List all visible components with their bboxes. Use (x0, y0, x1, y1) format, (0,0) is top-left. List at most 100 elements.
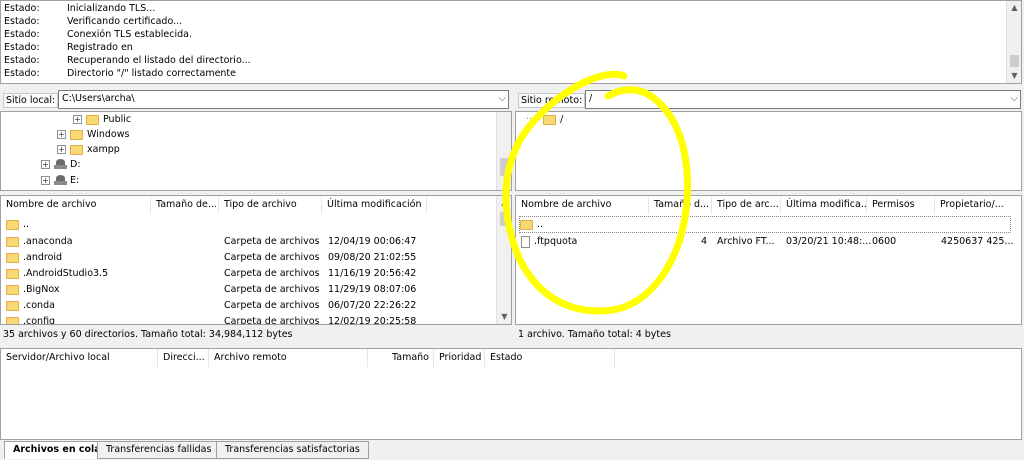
tree-item-label[interactable]: Windows (87, 129, 129, 140)
drive-icon (54, 159, 67, 170)
local-list-scrollbar[interactable]: ▲ ▼ (496, 196, 511, 324)
column-header[interactable]: Nombre de archivo (516, 196, 649, 214)
chevron-down-icon[interactable]: ⌵ (1010, 93, 1018, 104)
list-item[interactable]: .. (519, 216, 1011, 233)
file-type: Carpeta de archivos (224, 316, 320, 325)
scroll-up-icon[interactable]: ▲ (1007, 1, 1021, 15)
log-line: Estado: Verificando certificado... (4, 16, 183, 27)
tree-item[interactable]: + Public (73, 112, 131, 128)
expand-icon[interactable]: + (57, 130, 66, 139)
log-line: Estado: Registrado en (4, 42, 133, 53)
file-modified: 11/16/19 20:56:42 (328, 268, 417, 279)
log-line: Estado: Directorio "/" listado correctame… (4, 68, 237, 79)
tree-item-label[interactable]: xampp (87, 144, 120, 155)
column-header[interactable]: Nombre de archivo (1, 196, 151, 214)
list-item[interactable]: .conda (6, 298, 55, 314)
file-type: Carpeta de archivos (224, 236, 320, 247)
tree-item[interactable]: + D: (41, 157, 81, 173)
remote-path-value[interactable]: / (589, 93, 592, 104)
log-scrollbar[interactable]: ▲ ▼ (1006, 1, 1021, 83)
column-header[interactable]: Servidor/Archivo local (1, 349, 158, 367)
file-name[interactable]: .. (23, 219, 29, 230)
remote-file-list[interactable]: Nombre de archivo Tamaño d... Tipo de ar… (515, 195, 1022, 325)
tree-item[interactable]: + E: (41, 173, 79, 189)
local-dir-tree[interactable]: + Public + Windows + xampp + D: + E: (0, 111, 512, 191)
tree-connector: ····· (526, 114, 542, 125)
file-name[interactable]: .BigNox (23, 284, 59, 295)
column-header[interactable]: Archivo remoto (209, 349, 368, 367)
tab-failed-transfers[interactable]: Transferencias fallidas (97, 441, 221, 459)
file-name[interactable]: .config (23, 316, 55, 324)
chevron-down-icon[interactable]: ⌵ (498, 93, 506, 104)
list-item[interactable]: .anaconda (6, 234, 73, 250)
local-site-bar: Sitio local: C:\Users\archa\ ⌵ (0, 89, 512, 111)
tab-successful-transfers[interactable]: Transferencias satisfactorias (216, 441, 369, 459)
remote-status: 1 archivo. Tamaño total: 4 bytes (518, 329, 671, 340)
log-line: Estado: Recuperando el listado del direct… (4, 55, 251, 66)
folder-icon (6, 316, 19, 324)
local-tree-scrollbar[interactable] (496, 112, 511, 190)
file-name[interactable]: .AndroidStudio3.5 (23, 268, 108, 279)
tree-item-label[interactable]: Public (103, 114, 131, 125)
tree-item[interactable]: + xampp (57, 142, 120, 158)
column-header[interactable]: Última modificación (322, 196, 427, 214)
list-item[interactable]: .AndroidStudio3.5 (6, 266, 108, 282)
column-header[interactable]: Última modifica... (781, 196, 867, 214)
expand-icon[interactable]: + (41, 160, 50, 169)
remote-dir-tree[interactable]: ····· / (515, 111, 1022, 191)
list-item[interactable]: .config (6, 314, 55, 324)
local-status: 35 archivos y 60 directorios. Tamaño tot… (3, 329, 293, 340)
scroll-thumb[interactable] (500, 212, 509, 226)
scroll-thumb[interactable] (500, 158, 509, 176)
list-item[interactable]: .BigNox (6, 282, 59, 298)
expand-icon[interactable]: + (41, 176, 50, 185)
list-item[interactable]: .. (6, 217, 29, 233)
list-item[interactable]: .android (6, 250, 62, 266)
scroll-thumb[interactable] (1010, 55, 1019, 67)
list-item[interactable]: .ftpquota (521, 234, 577, 250)
column-header[interactable]: Tipo de arc... (712, 196, 781, 214)
folder-icon (543, 114, 557, 125)
tree-item-label[interactable]: D: (70, 159, 81, 170)
scroll-down-icon[interactable]: ▼ (1007, 69, 1021, 83)
column-header[interactable]: Tipo de archivo (219, 196, 322, 214)
file-owner: 4250637 425... (941, 236, 1014, 247)
file-name[interactable]: .android (23, 252, 62, 263)
file-name[interactable]: .conda (23, 300, 55, 311)
file-type: Carpeta de archivos (224, 252, 320, 263)
column-header[interactable]: Prioridad (434, 349, 485, 367)
folder-icon (6, 268, 19, 279)
column-header[interactable]: Direcci... (158, 349, 209, 367)
local-file-list[interactable]: Nombre de archivo Tamaño de... Tipo de a… (0, 195, 512, 325)
remote-path-combo[interactable]: / ⌵ (585, 90, 1021, 109)
file-name[interactable]: .ftpquota (534, 236, 577, 247)
tree-item-label[interactable]: / (560, 114, 563, 125)
scroll-up-icon[interactable]: ▲ (497, 196, 511, 210)
message-log[interactable]: Estado: Inicializando TLS... Estado: Verif… (0, 0, 1022, 84)
tree-item-label[interactable]: E: (70, 175, 79, 186)
file-type: Carpeta de archivos (224, 300, 320, 311)
expand-icon[interactable]: + (57, 145, 66, 154)
file-permissions: 0600 (872, 236, 897, 247)
column-header[interactable]: Tamaño (368, 349, 434, 367)
column-header[interactable]: Estado (485, 349, 615, 367)
tree-item[interactable]: ····· / (526, 112, 563, 128)
local-path-value[interactable]: C:\Users\archa\ (62, 93, 135, 104)
scroll-down-icon[interactable]: ▼ (497, 310, 511, 324)
column-header[interactable]: Permisos (867, 196, 935, 214)
file-type: Carpeta de archivos (224, 268, 320, 279)
log-line: Estado: Inicializando TLS... (4, 3, 156, 14)
column-header[interactable]: Tamaño d... (649, 196, 712, 214)
log-line: Estado: Conexión TLS establecida. (4, 29, 192, 40)
file-name[interactable]: .anaconda (23, 236, 73, 247)
transfer-queue[interactable]: Servidor/Archivo local Direcci... Archiv… (0, 348, 1022, 440)
column-header[interactable]: Propietario/... (935, 196, 1021, 214)
folder-icon (6, 252, 19, 263)
file-name[interactable]: .. (537, 219, 543, 230)
local-path-combo[interactable]: C:\Users\archa\ ⌵ (58, 90, 509, 109)
folder-icon (6, 236, 19, 247)
tree-item[interactable]: + Windows (57, 127, 129, 143)
tab-queued-files[interactable]: Archivos en cola (4, 441, 110, 459)
column-header[interactable]: Tamaño de... (151, 196, 219, 214)
expand-icon[interactable]: + (73, 115, 82, 124)
